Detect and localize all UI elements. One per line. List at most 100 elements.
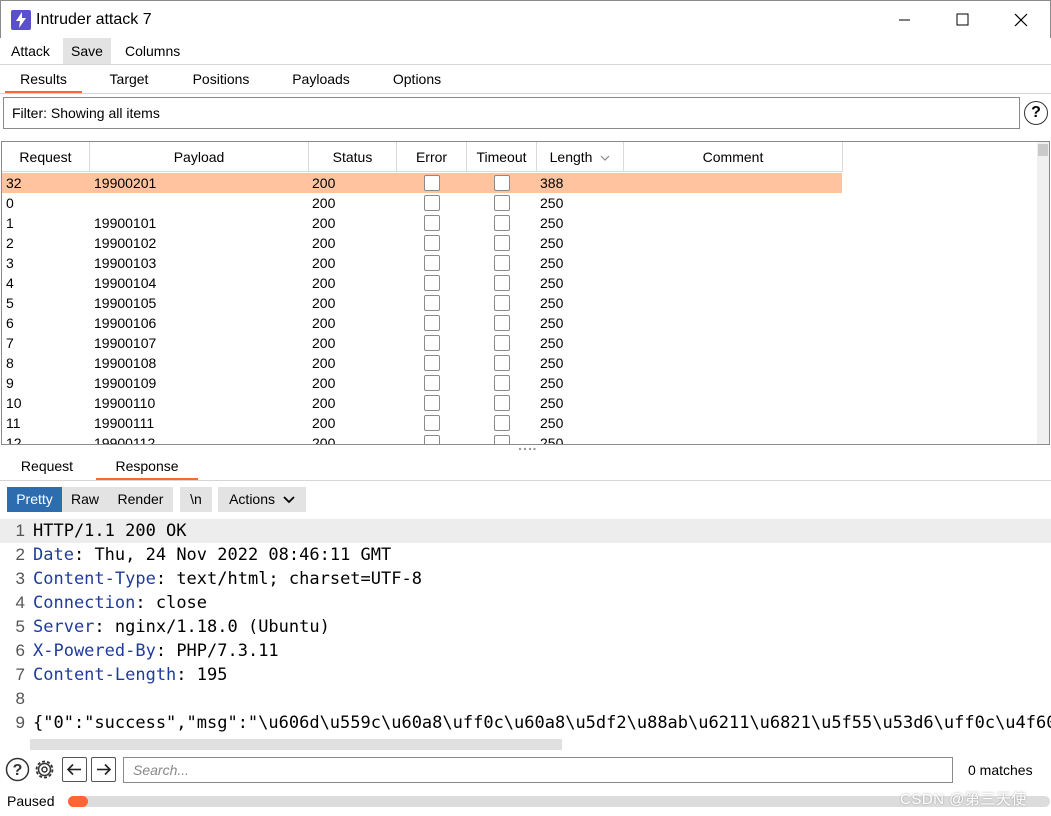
timeout-checkbox[interactable]: [494, 275, 510, 291]
timeout-checkbox[interactable]: [494, 195, 510, 211]
column-status[interactable]: Status: [309, 142, 397, 172]
arrow-right-icon: [97, 763, 112, 776]
timeout-checkbox[interactable]: [494, 355, 510, 371]
error-checkbox[interactable]: [424, 175, 440, 191]
header-separator: :: [73, 545, 95, 565]
error-checkbox[interactable]: [424, 375, 440, 391]
table-row[interactable]: 5 19900105 200 250: [2, 293, 842, 313]
splitter-handle[interactable]: [518, 447, 536, 451]
cell-length: 250: [540, 335, 564, 351]
menu-save[interactable]: Save: [63, 38, 111, 64]
minimize-button[interactable]: [876, 1, 934, 39]
tab-options[interactable]: Options: [376, 65, 458, 93]
error-checkbox[interactable]: [424, 315, 440, 331]
timeout-checkbox[interactable]: [494, 175, 510, 191]
timeout-checkbox[interactable]: [494, 295, 510, 311]
table-row[interactable]: 0 200 250: [2, 193, 842, 213]
tab-response[interactable]: Response: [96, 453, 198, 480]
raw-button[interactable]: Raw: [62, 487, 108, 512]
response-editor[interactable]: 1 HTTP/1.1 200 OK 2 Date: Thu, 24 Nov 2022 …: [0, 519, 1051, 735]
gear-icon[interactable]: [32, 757, 57, 782]
actions-button[interactable]: Actions: [218, 487, 306, 512]
timeout-checkbox[interactable]: [494, 255, 510, 271]
menu-attack[interactable]: Attack: [3, 38, 58, 64]
next-match-button[interactable]: [91, 757, 116, 782]
timeout-checkbox[interactable]: [494, 395, 510, 411]
timeout-checkbox[interactable]: [494, 335, 510, 351]
error-checkbox[interactable]: [424, 195, 440, 211]
maximize-button[interactable]: [934, 1, 992, 39]
header-name: Date: [33, 545, 74, 565]
table-row[interactable]: 1 19900101 200 250: [2, 213, 842, 233]
render-button[interactable]: Render: [108, 487, 173, 512]
filter-bar[interactable]: Filter: Showing all items: [3, 97, 1020, 129]
error-checkbox[interactable]: [424, 415, 440, 431]
table-row[interactable]: 11 19900111 200 250: [2, 413, 842, 433]
line-number: 7: [15, 665, 25, 684]
header-value: HTTP/1.1 200 OK: [33, 521, 187, 541]
table-scrollbar-thumb[interactable]: [1038, 144, 1048, 156]
code-line: 1 HTTP/1.1 200 OK: [0, 519, 1051, 543]
table-row[interactable]: 4 19900104 200 250: [2, 273, 842, 293]
help-icon[interactable]: ?: [5, 757, 30, 782]
column-payload[interactable]: Payload: [90, 142, 309, 172]
column-comment[interactable]: Comment: [624, 142, 843, 172]
error-checkbox[interactable]: [424, 435, 440, 444]
close-button[interactable]: [992, 1, 1050, 39]
tab-results[interactable]: Results: [5, 65, 82, 93]
pretty-button[interactable]: Pretty: [7, 487, 62, 512]
column-length[interactable]: Length: [537, 142, 624, 172]
error-checkbox[interactable]: [424, 335, 440, 351]
search-input[interactable]: Search...: [123, 757, 953, 783]
line-number: 8: [15, 689, 25, 708]
error-checkbox[interactable]: [424, 355, 440, 371]
header-separator: :: [155, 641, 177, 661]
cell-length: 250: [540, 215, 564, 231]
table-row[interactable]: 8 19900108 200 250: [2, 353, 842, 373]
cell-status: 200: [312, 175, 336, 191]
previous-match-button[interactable]: [62, 757, 87, 782]
tab-positions[interactable]: Positions: [176, 65, 266, 93]
table-scrollbar[interactable]: [1037, 142, 1049, 444]
timeout-checkbox[interactable]: [494, 415, 510, 431]
header-separator: :: [155, 569, 177, 589]
code-line: 6 X-Powered-By: PHP/7.3.11: [0, 639, 1051, 663]
results-table: Request Payload Status Error Timeout Len…: [1, 141, 1050, 445]
table-row[interactable]: 6 19900106 200 250: [2, 313, 842, 333]
menu-columns[interactable]: Columns: [117, 38, 188, 64]
header-separator: :: [135, 593, 156, 613]
error-checkbox[interactable]: [424, 215, 440, 231]
timeout-checkbox[interactable]: [494, 215, 510, 231]
line-number: 2: [15, 545, 25, 564]
filter-help-icon[interactable]: ?: [1024, 101, 1048, 125]
error-checkbox[interactable]: [424, 295, 440, 311]
error-checkbox[interactable]: [424, 235, 440, 251]
line-content: {"0":"success","msg":"\u606d\u559c\u60a8…: [33, 711, 1051, 735]
tab-payloads[interactable]: Payloads: [276, 65, 366, 93]
column-timeout[interactable]: Timeout: [467, 142, 537, 172]
cell-length: 388: [540, 175, 564, 191]
match-count: 0 matches: [968, 762, 1033, 778]
table-row[interactable]: 9 19900109 200 250: [2, 373, 842, 393]
tab-request[interactable]: Request: [8, 453, 86, 480]
table-row[interactable]: 12 19900112 200 250: [2, 433, 842, 445]
error-checkbox[interactable]: [424, 255, 440, 271]
timeout-checkbox[interactable]: [494, 235, 510, 251]
timeout-checkbox[interactable]: [494, 435, 510, 444]
cell-status: 200: [312, 435, 336, 445]
table-row[interactable]: 3 19900103 200 250: [2, 253, 842, 273]
table-row[interactable]: 32 19900201 200 388: [2, 173, 842, 193]
error-checkbox[interactable]: [424, 395, 440, 411]
table-row[interactable]: 2 19900102 200 250: [2, 233, 842, 253]
newline-toggle-button[interactable]: \n: [180, 487, 212, 512]
timeout-checkbox[interactable]: [494, 375, 510, 391]
editor-horizontal-scrollbar[interactable]: [30, 739, 562, 750]
column-error[interactable]: Error: [397, 142, 467, 172]
tab-target[interactable]: Target: [92, 65, 166, 93]
header-name: Connection: [33, 593, 136, 613]
column-request[interactable]: Request: [2, 142, 90, 172]
table-row[interactable]: 10 19900110 200 250: [2, 393, 842, 413]
timeout-checkbox[interactable]: [494, 315, 510, 331]
error-checkbox[interactable]: [424, 275, 440, 291]
table-row[interactable]: 7 19900107 200 250: [2, 333, 842, 353]
